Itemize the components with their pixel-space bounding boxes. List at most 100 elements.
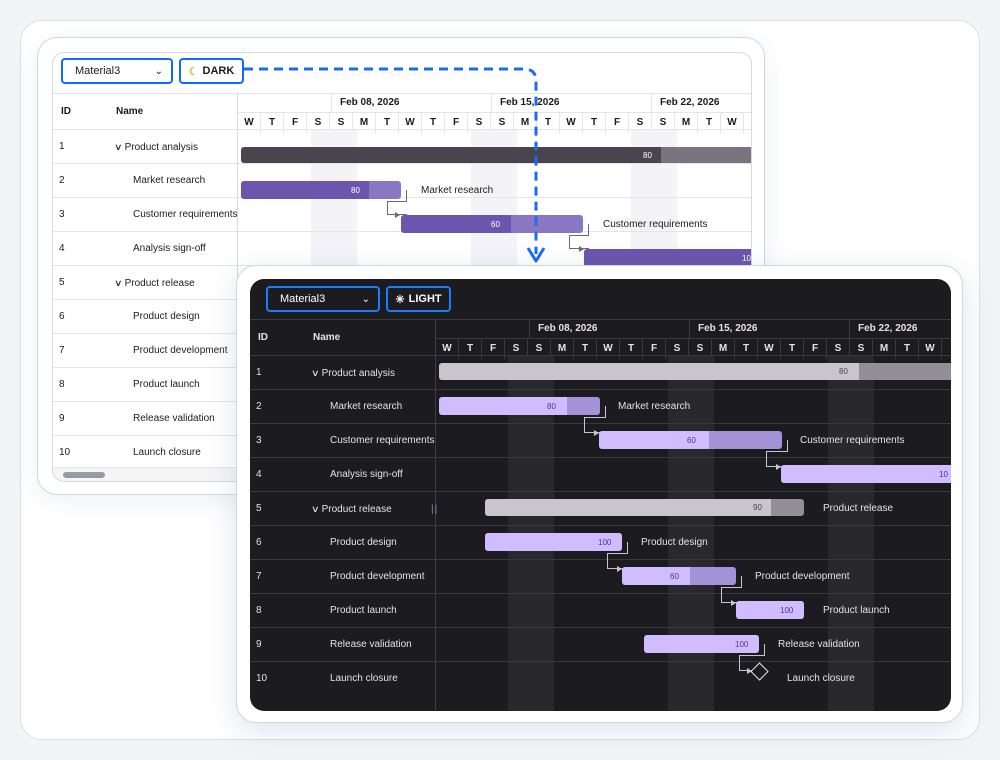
bar-label: Product development <box>755 571 850 582</box>
scrollbar-thumb[interactable] <box>63 472 105 478</box>
sun-icon: ✳ <box>395 293 405 306</box>
bar-progress-text: 80 <box>839 367 848 376</box>
bar-label: Launch closure <box>787 673 855 684</box>
task-name: Market research <box>133 175 206 186</box>
theme-select[interactable]: Material3 ⌄ <box>61 58 173 84</box>
task-bar-product-design[interactable]: 100 <box>485 533 622 551</box>
task-name: Launch closure <box>133 447 201 458</box>
week-header: Feb 22, 2026 <box>849 320 951 338</box>
task-bar-product-launch[interactable]: 100 <box>736 601 804 619</box>
bar-progress-text: 100 <box>780 605 794 615</box>
chevron-down-icon[interactable]: ∨ <box>114 130 123 164</box>
bar-progress-text: 80 <box>547 401 556 411</box>
bar-progress-text: 90 <box>753 503 762 512</box>
task-id: 10 <box>256 673 268 684</box>
theme-select-value: Material3 <box>280 293 326 305</box>
task-bar-product-analysis[interactable]: 80 <box>241 147 751 163</box>
toolbar: Material3 ⌄ ✳ LIGHT <box>250 279 951 319</box>
bar-label: Product design <box>641 537 708 548</box>
column-header-id[interactable]: ID <box>61 106 71 117</box>
task-bar-release-validation[interactable]: 100 <box>644 635 759 653</box>
theme-select[interactable]: Material3 ⌄ <box>266 286 380 312</box>
task-name: Product launch <box>330 605 397 616</box>
task-bar-analysis-signoff[interactable]: 10 <box>781 465 951 483</box>
bar-progress-text: 10 <box>939 469 948 479</box>
task-name: Analysis sign-off <box>330 469 403 480</box>
connector-arrow <box>395 212 400 218</box>
task-bar-customer-requirements[interactable]: 60 <box>401 215 583 233</box>
chevron-down-icon[interactable]: ∨ <box>114 266 123 300</box>
task-bar-market-research[interactable]: 80 <box>439 397 600 415</box>
task-name-text: Product analysis <box>124 142 198 153</box>
task-name: Release validation <box>330 639 412 650</box>
task-id: 7 <box>59 345 65 356</box>
week-header: Feb 22, 2026 <box>651 94 751 112</box>
task-name-text: Product analysis <box>321 368 395 379</box>
bar-progress <box>439 363 859 380</box>
week-header: Feb 15, 2026 <box>689 320 849 338</box>
bar-progress <box>622 567 690 585</box>
bar-progress <box>485 499 771 516</box>
bar-progress-text: 10 <box>742 253 751 263</box>
bar-progress <box>241 181 369 199</box>
task-id: 5 <box>256 503 262 514</box>
task-id: 3 <box>59 209 65 220</box>
task-name: Customer requirements <box>330 435 435 446</box>
task-id: 8 <box>256 605 262 616</box>
task-id: 4 <box>256 469 262 480</box>
task-id: 7 <box>256 571 262 582</box>
task-bar-customer-requirements[interactable]: 60 <box>599 431 782 449</box>
task-name: Market research <box>330 401 403 412</box>
task-id: 1 <box>256 367 262 378</box>
task-name: Release validation <box>133 413 215 424</box>
task-bar-product-release[interactable]: 90 <box>485 499 804 516</box>
dark-mode-button-label: DARK <box>202 65 235 77</box>
task-id: 9 <box>256 639 262 650</box>
week-header: Feb 08, 2026 <box>331 94 491 112</box>
column-header-name[interactable]: Name <box>313 332 340 343</box>
task-id: 10 <box>59 447 71 458</box>
task-name: Launch closure <box>330 673 398 684</box>
light-mode-button-label: LIGHT <box>408 293 442 305</box>
bar-progress <box>736 601 804 619</box>
bar-progress-text: 80 <box>643 150 652 160</box>
task-name: Product launch <box>133 379 200 390</box>
task-bar-market-research[interactable]: 80 <box>241 181 401 199</box>
grid-header: ID Name <box>53 93 237 129</box>
task-name-text: Product release <box>124 278 195 289</box>
task-name: Customer requirements <box>133 209 238 220</box>
bar-label: Customer requirements <box>603 219 708 230</box>
task-id: 8 <box>59 379 65 390</box>
task-name: Product development <box>133 345 228 356</box>
chevron-down-icon[interactable]: ∨ <box>311 492 320 526</box>
task-name-text: Product release <box>321 504 392 515</box>
bar-progress-text: 100 <box>735 639 749 649</box>
task-id: 1 <box>59 141 65 152</box>
task-id: 9 <box>59 413 65 424</box>
bar-label: Release validation <box>778 639 860 650</box>
task-id: 3 <box>256 435 262 446</box>
bar-label: Product launch <box>823 605 890 616</box>
grid-header: ID Name <box>250 319 435 355</box>
bar-label: Customer requirements <box>800 435 905 446</box>
task-name: Product design <box>330 537 397 548</box>
task-id: 6 <box>59 311 65 322</box>
task-name: Product design <box>133 311 200 322</box>
chevron-down-icon[interactable]: ∨ <box>311 356 320 390</box>
light-mode-button[interactable]: ✳ LIGHT <box>386 286 451 312</box>
task-name: Product development <box>330 571 425 582</box>
theme-select-value: Material3 <box>75 65 121 77</box>
bar-label: Product release <box>823 503 894 514</box>
column-header-id[interactable]: ID <box>258 332 268 343</box>
week-header: Feb 08, 2026 <box>529 320 689 338</box>
column-header-name[interactable]: Name <box>116 106 143 117</box>
dark-mode-button[interactable]: ☾ DARK <box>179 58 244 84</box>
task-name: ∨ Product analysis <box>114 130 198 165</box>
bar-progress <box>781 465 951 483</box>
task-bar-product-development[interactable]: 60 <box>622 567 736 585</box>
task-bar-product-analysis[interactable]: 80 <box>439 363 951 380</box>
bar-progress-text: 60 <box>491 219 500 229</box>
dark-theme-card: Material3 ⌄ ✳ LIGHT ID Name || Feb 08, 2… <box>236 265 963 723</box>
task-name: ∨ Product analysis <box>311 356 395 391</box>
week-header: Feb 15, 2026 <box>491 94 651 112</box>
